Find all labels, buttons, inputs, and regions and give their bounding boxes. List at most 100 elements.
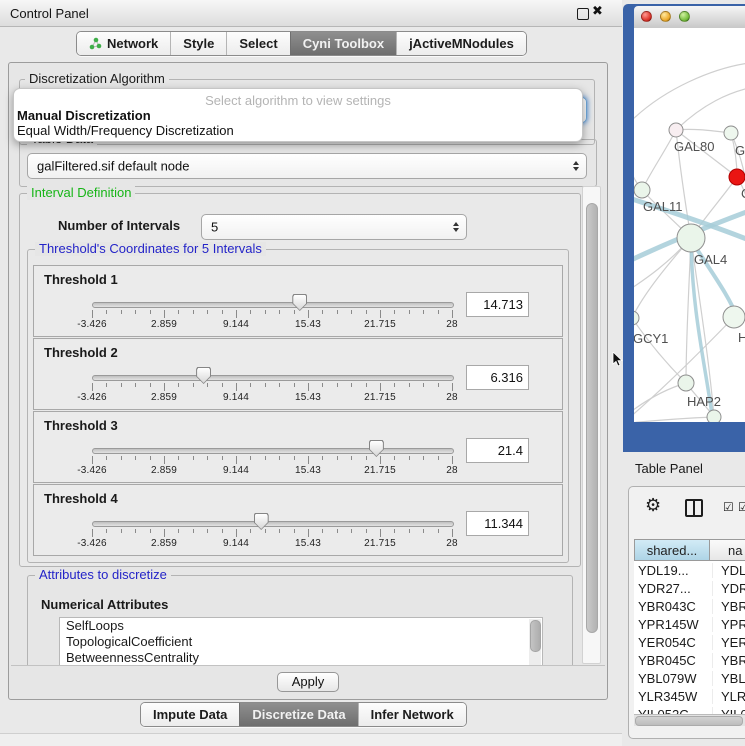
table-row[interactable]: YER054CYER0 [634, 633, 745, 651]
tab-impute-data[interactable]: Impute Data [141, 703, 239, 726]
gear-icon[interactable]: ⚙ [645, 497, 661, 515]
tick-label: 15.43 [295, 465, 321, 476]
slider-thumb[interactable] [369, 440, 384, 457]
tick-mark [351, 456, 352, 460]
minimize-window-icon[interactable] [660, 11, 671, 22]
network-node[interactable] [677, 224, 705, 252]
tick-mark [193, 529, 194, 533]
table-row[interactable]: YDR27...YDR2 [634, 579, 745, 597]
table-row[interactable]: YBR045CYBR0 [634, 651, 745, 669]
attribute-item-topologicalcoefficient[interactable]: TopologicalCoefficient [60, 634, 542, 650]
table-data-value: galFiltered.sif default node [37, 159, 189, 174]
network-node[interactable] [669, 123, 683, 137]
threshold-value-input[interactable] [466, 365, 529, 390]
tab-cyni-toolbox[interactable]: Cyni Toolbox [290, 32, 396, 55]
slider-track[interactable] [92, 375, 454, 381]
scrollbar-thumb[interactable] [635, 716, 743, 726]
tab-network[interactable]: Network [77, 32, 170, 55]
algorithm-option-equal-width-frequency-discretization[interactable]: Equal Width/Frequency Discretization [14, 123, 582, 138]
tick-mark [438, 310, 439, 314]
cell-shared-name: YPR145W [634, 617, 712, 632]
float-panel-icon[interactable] [577, 8, 589, 20]
table-row[interactable]: YBL079WYBL0 [634, 669, 745, 687]
slider-thumb[interactable] [196, 367, 211, 384]
tick-mark [236, 456, 237, 464]
threshold-value-input[interactable] [466, 292, 529, 317]
tick-mark [164, 383, 165, 391]
threshold-value-input[interactable] [466, 511, 529, 536]
tick-mark [366, 383, 367, 387]
scrollbar-thumb[interactable] [586, 203, 598, 633]
network-node[interactable] [729, 169, 745, 185]
tick-mark [92, 456, 93, 464]
tick-mark [394, 456, 395, 460]
settings-vertical-scrollbar[interactable] [582, 186, 601, 664]
cell-shared-name: YBL079W [634, 671, 712, 686]
slider-thumb[interactable] [254, 513, 269, 530]
network-node[interactable] [634, 182, 650, 198]
tick-mark [380, 383, 381, 391]
tab-jactivemnodules[interactable]: jActiveMNodules [396, 32, 526, 55]
tab-discretize-data[interactable]: Discretize Data [239, 703, 357, 726]
tick-mark [236, 310, 237, 318]
network-node[interactable] [724, 126, 738, 140]
zoom-window-icon[interactable] [679, 11, 690, 22]
table-row[interactable]: YBR043CYBR0 [634, 597, 745, 615]
table-header-row: shared... na [634, 539, 745, 561]
algorithm-popup: Select algorithm to view settings Manual… [13, 88, 583, 142]
tab-select[interactable]: Select [226, 32, 289, 55]
network-edge [642, 130, 676, 190]
close-window-icon[interactable] [641, 11, 652, 22]
tick-mark [135, 310, 136, 314]
tick-mark [135, 456, 136, 460]
tick-label: 21.715 [364, 538, 396, 549]
network-node[interactable] [723, 306, 745, 328]
table-data-combobox[interactable]: galFiltered.sif default node [27, 153, 587, 179]
attribute-item-betweennesscentrality[interactable]: BetweennessCentrality [60, 650, 542, 665]
tab-label: Discretize Data [252, 707, 345, 722]
slider-track[interactable] [92, 521, 454, 527]
algorithm-option-manual-discretization[interactable]: Manual Discretization [14, 108, 582, 123]
split-columns-icon[interactable] [685, 499, 703, 517]
tick-mark [380, 310, 381, 318]
slider-track[interactable] [92, 448, 454, 454]
network-canvas[interactable]: GAL80GACGAL11GAL4GCY1HHAP2 [634, 28, 745, 422]
attributes-scrollbar[interactable] [529, 619, 541, 665]
table-row[interactable]: YLR345WYLR3 [634, 687, 745, 705]
checkbox-icon[interactable]: ☑ [723, 501, 734, 513]
num-intervals-combobox[interactable]: 5 [201, 214, 467, 240]
num-intervals-label: Number of Intervals [58, 218, 180, 233]
attributes-group-label: Attributes to discretize [35, 568, 171, 582]
column-header-name[interactable]: na [710, 540, 745, 560]
apply-button[interactable]: Apply [277, 672, 340, 692]
slider-track[interactable] [92, 302, 454, 308]
table-row[interactable]: YDL19...YDL1 [634, 561, 745, 579]
network-node[interactable] [678, 375, 694, 391]
table-panel: ⚙ ☑ ☑ shared... na YDL19...YDL1YDR27...Y… [628, 486, 745, 739]
table-row[interactable]: YPR145WYPR1 [634, 615, 745, 633]
tick-mark [236, 383, 237, 391]
network-node[interactable] [707, 410, 721, 422]
network-node-label: GAL11 [643, 199, 683, 214]
tick-mark [423, 456, 424, 460]
network-window-titlebar[interactable] [634, 6, 745, 29]
numerical-attributes-list[interactable]: SelfLoopsTopologicalCoefficientBetweenne… [59, 617, 543, 665]
network-edge [676, 129, 731, 133]
column-header-shared-name[interactable]: shared... [635, 540, 710, 560]
stepper-arrows-icon [573, 161, 579, 171]
slider-thumb[interactable] [292, 294, 307, 311]
tab-infer-network[interactable]: Infer Network [358, 703, 466, 726]
threshold-panel-2: Threshold 2-3.4262.8599.14415.4321.71528 [33, 338, 563, 410]
threshold-value-input[interactable] [466, 438, 529, 463]
network-node[interactable] [634, 311, 639, 325]
attribute-item-selfloops[interactable]: SelfLoops [60, 618, 542, 634]
tab-style[interactable]: Style [170, 32, 226, 55]
table-horizontal-scrollbar[interactable] [634, 714, 745, 726]
table-row[interactable]: YIL052CYIL0 [634, 705, 745, 714]
settings-scroll-area: Interval Definition Number of Intervals … [11, 185, 605, 665]
tick-mark [222, 310, 223, 314]
cell-name: YIL0 [712, 707, 745, 715]
close-icon[interactable]: ✖ [592, 4, 603, 19]
network-window-frame[interactable]: GAL80GACGAL11GAL4GCY1HHAP2 [623, 4, 745, 452]
checkbox-icon[interactable]: ☑ [738, 501, 745, 513]
